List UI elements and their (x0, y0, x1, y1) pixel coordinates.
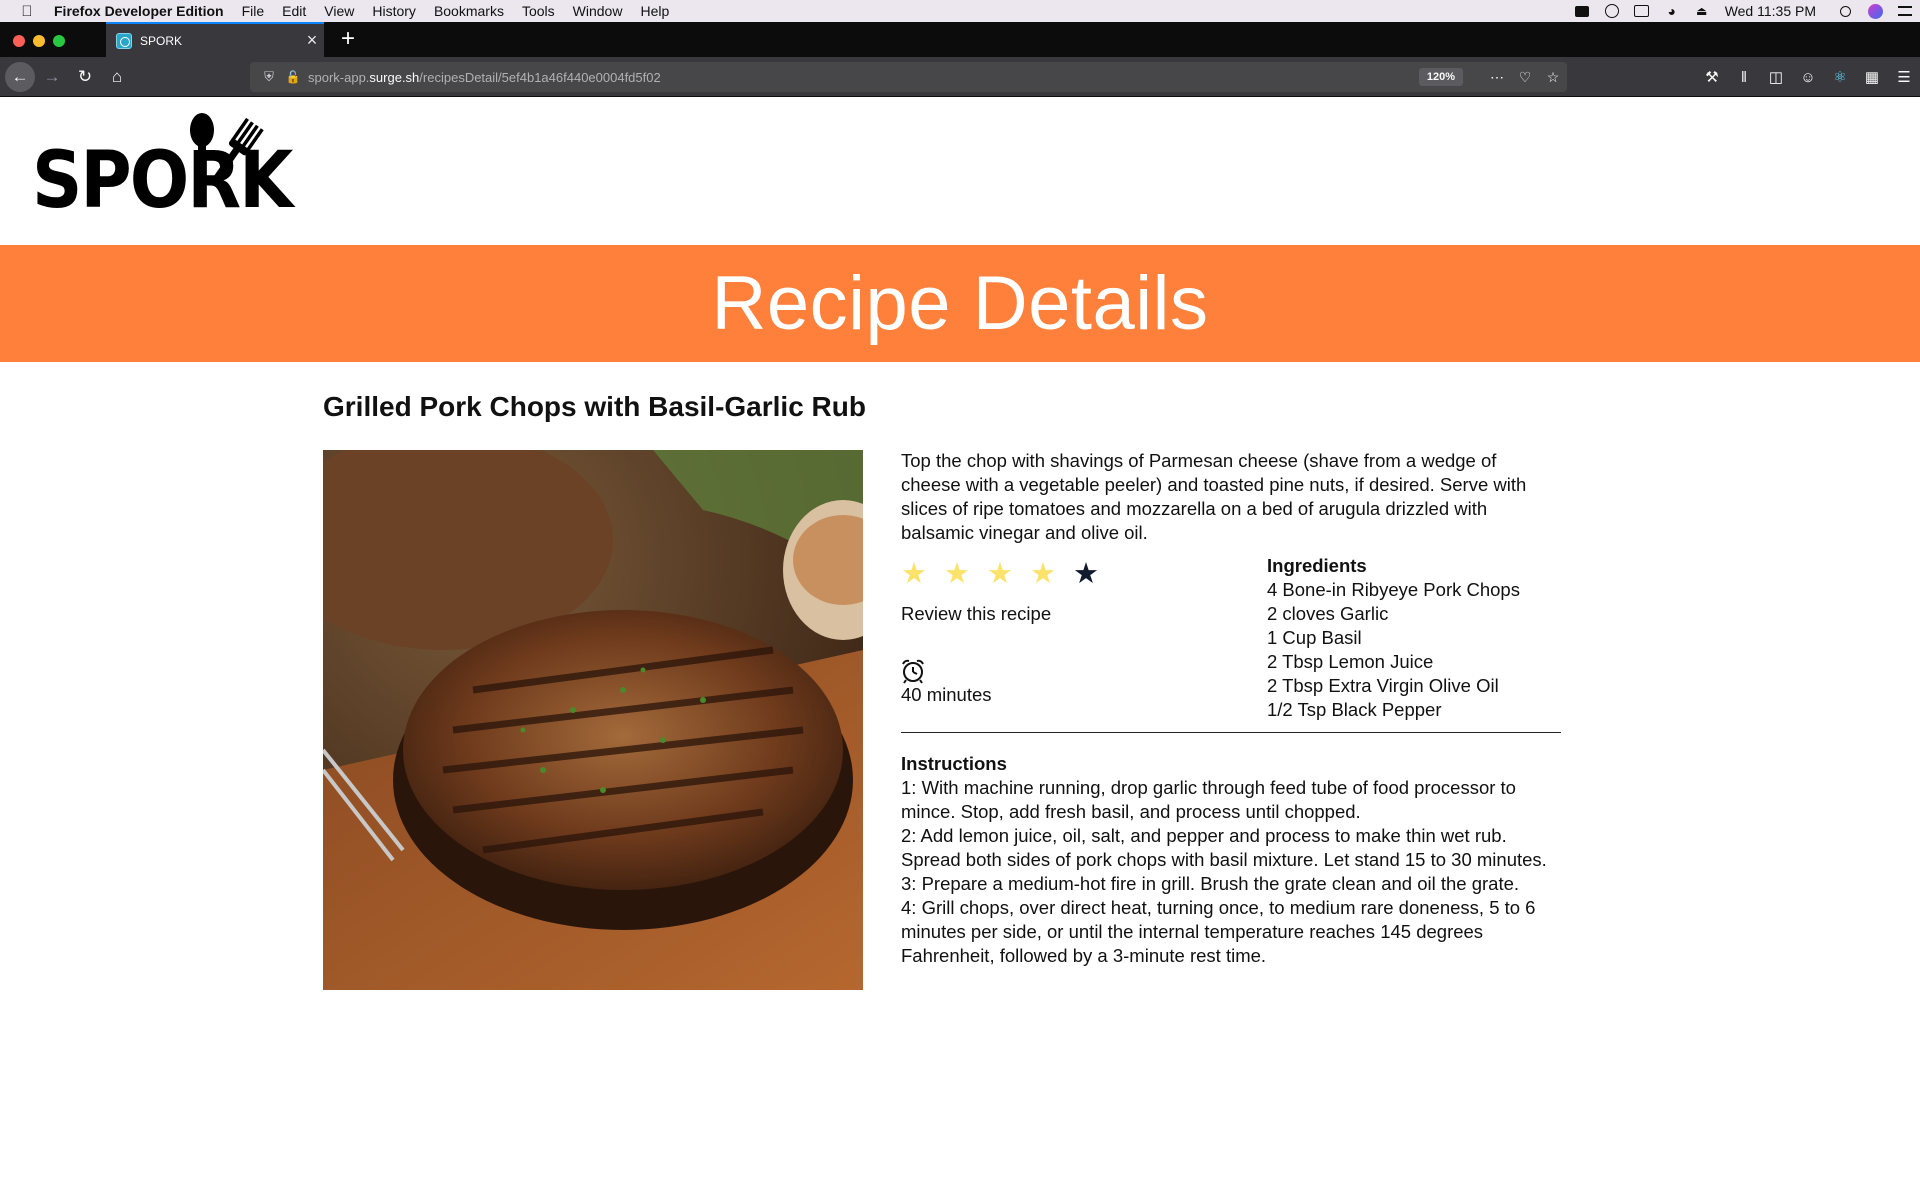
instructions-heading: Instructions (901, 753, 1007, 774)
star-filled-icon[interactable]: ★ (901, 559, 944, 589)
menu-file[interactable]: File (233, 3, 274, 19)
menu-edit[interactable]: Edit (273, 3, 315, 19)
developer-tools-icon[interactable]: ⚒ (1696, 68, 1728, 86)
recipe-description: Top the chop with shavings of Parmesan c… (901, 450, 1527, 543)
reload-button[interactable]: ↻ (70, 62, 100, 92)
home-button[interactable]: ⌂ (102, 62, 132, 92)
control-center-icon[interactable] (1890, 6, 1920, 16)
address-bar[interactable]: ⛨ 🔓 spork-app.surge.sh/recipesDetail/5ef… (250, 62, 1567, 92)
tab-title: SPORK (140, 33, 183, 48)
pocket-icon[interactable]: ♡ (1511, 69, 1539, 86)
apple-menu-icon[interactable]:  (0, 3, 54, 20)
eject-icon[interactable]: ⏏ (1687, 4, 1717, 18)
star-empty-icon[interactable]: ★ (1073, 559, 1116, 589)
url-text[interactable]: spork-app.surge.sh/recipesDetail/5ef4b1a… (304, 70, 1419, 85)
app-name-menu[interactable]: Firefox Developer Edition (54, 3, 233, 19)
wifi-icon[interactable]: ◕ (1657, 3, 1687, 19)
instruction-step: 2: Add lemon juice, oil, salt, and peppe… (901, 825, 1547, 870)
ingredient-item: 1/2 Tsp Black Pepper (1267, 699, 1442, 720)
tracking-shield-icon[interactable]: ⛨ (256, 69, 282, 85)
ingredient-item: 2 Tbsp Lemon Juice (1267, 651, 1434, 672)
ingredient-item: 1 Cup Basil (1267, 627, 1362, 648)
review-recipe-link[interactable]: Review this recipe (901, 603, 1051, 625)
close-tab-icon[interactable]: × (300, 30, 324, 51)
bookmark-star-icon[interactable]: ☆ (1539, 69, 1567, 86)
menu-bookmarks[interactable]: Bookmarks (425, 3, 513, 19)
rating-stars[interactable]: ★ ★ ★ ★ ★ (901, 559, 1116, 589)
recipe-photo (323, 450, 863, 990)
navigation-toolbar: ← → ↻ ⌂ ⛨ 🔓 spork-app.surge.sh/recipesDe… (0, 57, 1920, 97)
zoom-level-button[interactable]: 120% (1418, 68, 1463, 86)
spotlight-search-icon[interactable] (1830, 5, 1860, 17)
minimize-window-button[interactable] (33, 35, 45, 47)
menubar-clock[interactable]: Wed 11:35 PM (1717, 3, 1830, 19)
tab-spork[interactable]: SPORK × (106, 22, 324, 57)
url-host: surge.sh (369, 69, 420, 85)
menu-help[interactable]: Help (631, 3, 678, 19)
ingredients-heading: Ingredients (1267, 555, 1367, 576)
library-icon[interactable]: ‖ (1728, 69, 1760, 86)
page-content: SPORK Recipe Details Grilled Pork Chops … (0, 98, 1920, 1200)
banner-title: Recipe Details (711, 261, 1209, 346)
back-button[interactable]: ← (5, 62, 35, 92)
url-path: /recipesDetail/5ef4b1a46f440e0004fd5f02 (419, 69, 661, 85)
ingredients-section: Ingredients 4 Bone-in Ribyeye Pork Chops… (1267, 554, 1520, 722)
ingredient-item: 2 Tbsp Extra Virgin Olive Oil (1267, 675, 1499, 696)
menu-history[interactable]: History (363, 3, 425, 19)
grilled-pork-chop-image (323, 450, 863, 990)
zoom-window-button[interactable] (53, 35, 65, 47)
alarm-clock-icon (902, 659, 924, 684)
react-favicon-icon (116, 32, 132, 49)
tab-bar: SPORK × + (0, 22, 1920, 57)
menu-tools[interactable]: Tools (513, 3, 564, 19)
hamburger-menu-icon[interactable]: ☰ (1888, 68, 1920, 86)
ingredient-item: 2 cloves Garlic (1267, 603, 1389, 624)
star-filled-icon[interactable]: ★ (1030, 559, 1073, 589)
extension-icon[interactable]: ▦ (1856, 68, 1888, 86)
instructions-section: Instructions 1: With machine running, dr… (901, 752, 1561, 968)
recipe-title: Grilled Pork Chops with Basil-Garlic Rub (323, 391, 866, 422)
instruction-step: 4: Grill chops, over direct heat, turnin… (901, 897, 1536, 966)
insecure-lock-icon[interactable]: 🔓 (282, 70, 304, 84)
star-filled-icon[interactable]: ★ (944, 559, 987, 589)
forward-button[interactable]: → (37, 62, 67, 92)
instruction-step: 3: Prepare a medium-hot fire in grill. B… (901, 873, 1520, 894)
menu-view[interactable]: View (315, 3, 363, 19)
new-tab-button[interactable]: + (336, 22, 360, 57)
close-window-button[interactable] (13, 35, 25, 47)
account-icon[interactable]: ☺ (1792, 69, 1824, 86)
display-icon[interactable] (1627, 5, 1657, 17)
instruction-step: 1: With machine running, drop garlic thr… (901, 777, 1516, 822)
cook-time: 40 minutes (901, 684, 992, 705)
ingredient-item: 4 Bone-in Ribyeye Pork Chops (1267, 579, 1520, 600)
react-devtools-icon[interactable]: ⚛ (1824, 68, 1856, 86)
sidebar-icon[interactable]: ◫ (1760, 68, 1792, 86)
os-menubar:  Firefox Developer Edition File Edit Vi… (0, 0, 1920, 22)
page-actions-icon[interactable]: ⋯ (1483, 69, 1511, 86)
menu-window[interactable]: Window (564, 3, 632, 19)
camera-icon[interactable] (1567, 5, 1597, 17)
section-divider (901, 732, 1561, 733)
star-filled-icon[interactable]: ★ (987, 559, 1030, 589)
focus-icon[interactable] (1597, 4, 1627, 18)
spork-logo[interactable]: SPORK (32, 112, 293, 226)
page-banner: Recipe Details (0, 245, 1920, 362)
url-prefix: spork-app. (308, 69, 370, 85)
spoon-fork-icon (190, 113, 264, 184)
siri-icon[interactable] (1860, 3, 1890, 19)
